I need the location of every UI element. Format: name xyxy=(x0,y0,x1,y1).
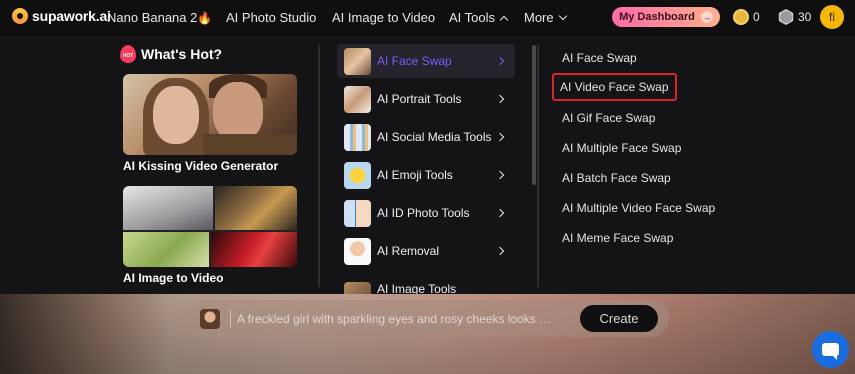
category-image-tools[interactable]: AI Image Tools xyxy=(337,272,515,294)
nav-item-image-to-video[interactable]: AI Image to Video xyxy=(332,10,435,25)
category-face-swap[interactable]: AI Face Swap xyxy=(337,44,515,78)
option-batch-face-swap[interactable]: AI Batch Face Swap xyxy=(562,171,671,185)
option-face-swap[interactable]: AI Face Swap xyxy=(562,51,637,65)
emoji-thumbnail-icon xyxy=(344,161,371,189)
chevron-up-icon xyxy=(499,15,509,25)
category-label: AI Face Swap xyxy=(377,54,452,68)
category-label: AI Image Tools xyxy=(377,282,457,294)
silver-count: 30 xyxy=(798,10,812,24)
nav-item-photo-studio[interactable]: AI Photo Studio xyxy=(226,10,316,25)
chevron-right-icon xyxy=(495,56,505,66)
category-label: AI Portrait Tools xyxy=(377,92,462,106)
option-meme-face-swap[interactable]: AI Meme Face Swap xyxy=(562,231,673,245)
category-removal[interactable]: AI Removal xyxy=(337,234,515,268)
dashboard-button[interactable]: My Dashboard → xyxy=(612,7,720,27)
fire-icon: 🔥 xyxy=(197,11,213,25)
chevron-right-icon xyxy=(495,132,505,142)
option-gif-face-swap[interactable]: AI Gif Face Swap xyxy=(562,111,655,125)
category-label: AI Social Media Tools xyxy=(377,130,492,144)
chevron-right-icon xyxy=(495,246,505,256)
prompt-input[interactable]: A freckled girl with sparkling eyes and … xyxy=(237,312,557,326)
chat-bubble-icon xyxy=(822,343,839,360)
divider xyxy=(230,310,231,327)
option-multiple-face-swap[interactable]: AI Multiple Face Swap xyxy=(562,141,681,155)
divider xyxy=(537,45,539,287)
gold-count: 0 xyxy=(753,10,760,24)
logo-mark-icon xyxy=(12,8,28,24)
chevron-right-icon xyxy=(495,170,505,180)
nav-item-more[interactable]: More xyxy=(524,10,567,25)
logo[interactable]: supawork.ai xyxy=(12,8,111,24)
whats-hot-title: What's Hot? xyxy=(141,46,223,62)
nav-item-label: AI Photo Studio xyxy=(226,10,317,25)
kissing-video-label[interactable]: AI Kissing Video Generator xyxy=(123,159,278,173)
portrait-thumbnail-icon xyxy=(344,85,371,113)
category-emoji-tools[interactable]: AI Emoji Tools xyxy=(337,158,515,192)
divider xyxy=(318,45,320,287)
nav-item-ai-tools[interactable]: AI Tools xyxy=(449,10,509,25)
face-swap-thumbnail-icon xyxy=(344,47,371,75)
category-label: AI Emoji Tools xyxy=(377,168,453,182)
logo-text: supawork.ai xyxy=(32,8,111,24)
option-video-face-swap[interactable]: AI Video Face Swap xyxy=(552,73,677,101)
chevron-right-icon xyxy=(495,94,505,104)
option-multiple-video-face-swap[interactable]: AI Multiple Video Face Swap xyxy=(562,201,715,215)
nav-item-label: Nano Banana 2 xyxy=(107,10,198,25)
category-portrait-tools[interactable]: AI Portrait Tools xyxy=(337,82,515,116)
hot-flame-icon: HOT xyxy=(120,45,136,63)
silver-gem-icon xyxy=(778,9,794,25)
image-to-video-label[interactable]: AI Image to Video xyxy=(123,271,223,285)
avatar[interactable]: fi xyxy=(820,5,844,29)
nav-item-label: AI Tools xyxy=(449,10,496,25)
dashboard-button-label: My Dashboard xyxy=(619,11,695,23)
image-to-video-card[interactable] xyxy=(123,186,297,267)
chat-button[interactable] xyxy=(812,331,849,368)
category-scrollbar[interactable] xyxy=(532,45,536,185)
image-tools-thumbnail-icon xyxy=(344,282,371,294)
chevron-right-icon xyxy=(495,208,505,218)
category-social-media-tools[interactable]: AI Social Media Tools xyxy=(337,120,515,154)
kissing-video-card[interactable] xyxy=(123,74,297,155)
prompt-thumbnail-icon xyxy=(200,309,220,329)
create-button[interactable]: Create xyxy=(580,305,658,332)
category-label: AI ID Photo Tools xyxy=(377,206,470,220)
nav-item-nano-banana[interactable]: Nano Banana 2🔥 xyxy=(107,10,212,25)
category-label: AI Removal xyxy=(377,244,440,258)
gold-coin-icon xyxy=(733,9,749,25)
nav-item-label: More xyxy=(524,10,554,25)
arrow-right-icon: → xyxy=(700,11,713,23)
removal-thumbnail-icon xyxy=(344,237,371,265)
chevron-down-icon xyxy=(558,11,567,21)
top-nav: supawork.ai Nano Banana 2🔥 AI Photo Stud… xyxy=(0,0,855,36)
category-id-photo-tools[interactable]: AI ID Photo Tools xyxy=(337,196,515,230)
whats-hot-header: HOT What's Hot? xyxy=(120,45,222,63)
social-media-thumbnail-icon xyxy=(344,123,371,151)
prompt-bar[interactable]: A freckled girl with sparkling eyes and … xyxy=(187,300,669,337)
id-photo-thumbnail-icon xyxy=(344,199,371,227)
nav-item-label: AI Image to Video xyxy=(332,10,436,25)
